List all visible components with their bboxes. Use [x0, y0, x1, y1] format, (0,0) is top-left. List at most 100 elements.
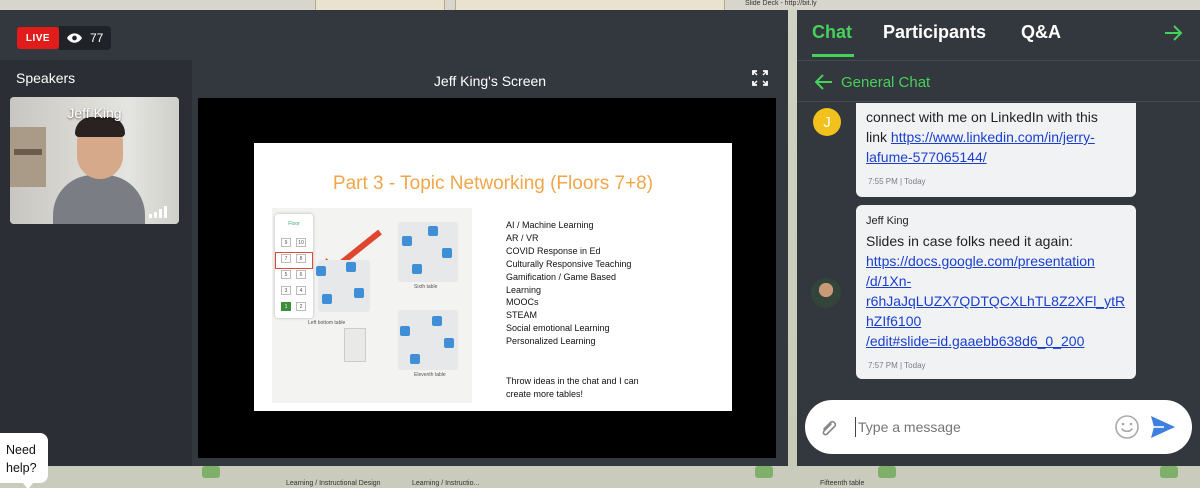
slide-floor-cell: 9	[281, 238, 291, 247]
message-input[interactable]	[855, 417, 1105, 437]
chat-message-line: link https://www.linkedin.com/in/jerry-	[866, 127, 1128, 147]
chat-message-link[interactable]: https://www.linkedin.com/in/jerry-	[891, 129, 1095, 145]
speakers-title: Speakers	[16, 70, 76, 86]
emoji-icon[interactable]	[1114, 414, 1140, 440]
slide-chair	[432, 316, 442, 326]
tab-participants[interactable]: Participants	[883, 22, 986, 43]
fullscreen-icon[interactable]	[752, 70, 768, 86]
slide-chair	[410, 354, 420, 364]
slide-topic: MOOCs	[506, 297, 539, 308]
chat-message-line: r6hJaJqLUZX7QDTQCXLhTL8Z2XFl_ytR	[866, 291, 1128, 311]
speaker-video-shelf	[10, 127, 46, 187]
slide-topic: Gamification / Game Based	[506, 271, 617, 282]
signal-icon	[149, 206, 167, 218]
chat-message-link-prefix: link	[866, 129, 891, 145]
live-badge: LIVE	[17, 27, 59, 49]
chat-message-link[interactable]: https://docs.google.com/presentation	[866, 253, 1095, 269]
floor-map-table-label[interactable]: Fifteenth table	[820, 480, 864, 487]
chat-message-text: Slides in case folks need it again: http…	[866, 231, 1128, 351]
slide-footer: Throw ideas in the chat and I can create…	[506, 375, 706, 401]
chat-message-list[interactable]: J connect with me on LinkedIn with this …	[797, 103, 1200, 387]
chat-message-line: Slides in case folks need it again:	[866, 233, 1074, 249]
chat-message-link[interactable]: /d/1Xn-	[866, 273, 911, 289]
active-tab-indicator	[812, 54, 854, 57]
arrow-right-icon[interactable]	[1164, 24, 1184, 42]
slide-floor-cell: 3	[281, 286, 291, 295]
stage-header: LIVE 77	[0, 10, 788, 60]
slide-floor-label: Floor	[288, 221, 300, 227]
slide-chair	[442, 248, 452, 258]
slide-topic-list: AI / Machine Learning AR / VR COVID Resp…	[506, 219, 716, 348]
slide-floor-cell: 1	[281, 302, 291, 311]
message-composer	[805, 400, 1192, 454]
screen-share-title: Jeff King's Screen	[433, 73, 547, 89]
slide-chair	[354, 288, 364, 298]
chat-message-link[interactable]: r6hJaJqLUZX7QDTQCXLhTL8Z2XFl_ytR	[866, 293, 1125, 309]
floor-map-plant	[202, 466, 220, 478]
arrow-left-icon[interactable]	[815, 74, 833, 90]
slide-topic: AR / VR	[506, 232, 539, 243]
chat-message-time: 7:55 PM | Today	[868, 177, 926, 186]
slide-floor-cell: 10	[296, 238, 306, 247]
floor-map-table-label[interactable]: Learning / Instructional Design	[286, 480, 381, 487]
slide-table-label: Sixth table	[414, 284, 438, 290]
avatar: J	[813, 108, 841, 136]
chat-message-link[interactable]: hZIf6100	[866, 313, 921, 329]
floor-map-note: Slide Deck - http://bit.ly	[745, 0, 817, 7]
slide-furniture	[344, 328, 366, 362]
screen-share-video[interactable]: Part 3 - Topic Networking (Floors 7+8) F…	[198, 98, 776, 458]
screen-share-column: Jeff King's Screen Part 3 - Topic Networ…	[192, 60, 788, 466]
slide-floor-cell: 2	[296, 302, 306, 311]
floor-map-top-strip	[0, 0, 1200, 10]
presentation-slide: Part 3 - Topic Networking (Floors 7+8) F…	[254, 143, 732, 411]
paperclip-icon[interactable]	[821, 418, 841, 436]
slide-topic: Learning	[506, 284, 542, 295]
slide-chair	[444, 338, 454, 348]
send-icon[interactable]	[1150, 415, 1176, 439]
slide-chair	[322, 294, 332, 304]
floor-map-bottom-strip	[0, 466, 1200, 488]
chat-channel-name[interactable]: General Chat	[841, 74, 930, 91]
need-help-line: Need	[6, 443, 36, 457]
slide-table-label: Left bottom table	[308, 320, 346, 326]
slide-floor-map: Floor 9 10 7 8 5 6 3 4 1 2 Sixth table L…	[272, 208, 472, 403]
slide-title: Part 3 - Topic Networking (Floors 7+8)	[332, 173, 654, 194]
speaker-video-tile[interactable]: Jeff King	[10, 97, 179, 224]
slide-topic: Personalized Learning	[506, 336, 596, 347]
slide-floor-highlight	[275, 252, 313, 269]
chat-message-text: connect with me on LinkedIn with this li…	[866, 107, 1128, 167]
chat-message-line: connect with me on LinkedIn with this	[866, 109, 1098, 125]
slide-floor-cell: 5	[281, 270, 291, 279]
slide-topic: AI / Machine Learning	[506, 220, 594, 230]
floor-map-table-label[interactable]: Learning / Instructio...	[412, 480, 479, 487]
chat-message-line: lafume-577065144/	[866, 147, 1128, 167]
eye-icon	[67, 33, 82, 43]
need-help-button[interactable]: Need help?	[0, 433, 48, 488]
avatar	[811, 278, 841, 308]
speaker-video-shelf	[14, 149, 42, 155]
floor-map-plant	[755, 466, 773, 478]
tab-qa[interactable]: Q&A	[1021, 22, 1061, 43]
slide-table-label: Eleventh table	[414, 372, 446, 378]
slide-chair	[346, 262, 356, 272]
chat-message: connect with me on LinkedIn with this li…	[856, 103, 1136, 197]
chat-message-author: Jeff King	[866, 215, 909, 227]
speakers-column: Speakers Jeff King	[0, 60, 192, 466]
slide-footer-line: Throw ideas in the chat and I can	[506, 376, 639, 386]
slide-topic: Social emotional Learning	[506, 323, 610, 334]
stage-panel: LIVE 77 Speakers Jeff King Jeff King's S…	[0, 10, 788, 466]
chat-message-link[interactable]: /edit#slide=id.gaaebb638d6_0_200	[866, 333, 1084, 349]
chat-message-line: hZIf6100	[866, 311, 1128, 331]
viewer-count-value: 77	[90, 31, 104, 45]
floor-map-plant	[878, 466, 896, 478]
slide-chair	[402, 236, 412, 246]
need-help-line: help?	[6, 461, 37, 475]
chat-message-line: https://docs.google.com/presentation	[866, 251, 1128, 271]
tab-chat[interactable]: Chat	[812, 22, 852, 43]
floor-map-plant	[1160, 466, 1178, 478]
chat-message-link[interactable]: lafume-577065144/	[866, 149, 987, 165]
speaker-name: Jeff King	[67, 105, 122, 121]
slide-chair	[400, 326, 410, 336]
slide-topic: Culturally Responsive Teaching	[506, 258, 632, 269]
chat-channel-header: General Chat	[797, 60, 1200, 102]
